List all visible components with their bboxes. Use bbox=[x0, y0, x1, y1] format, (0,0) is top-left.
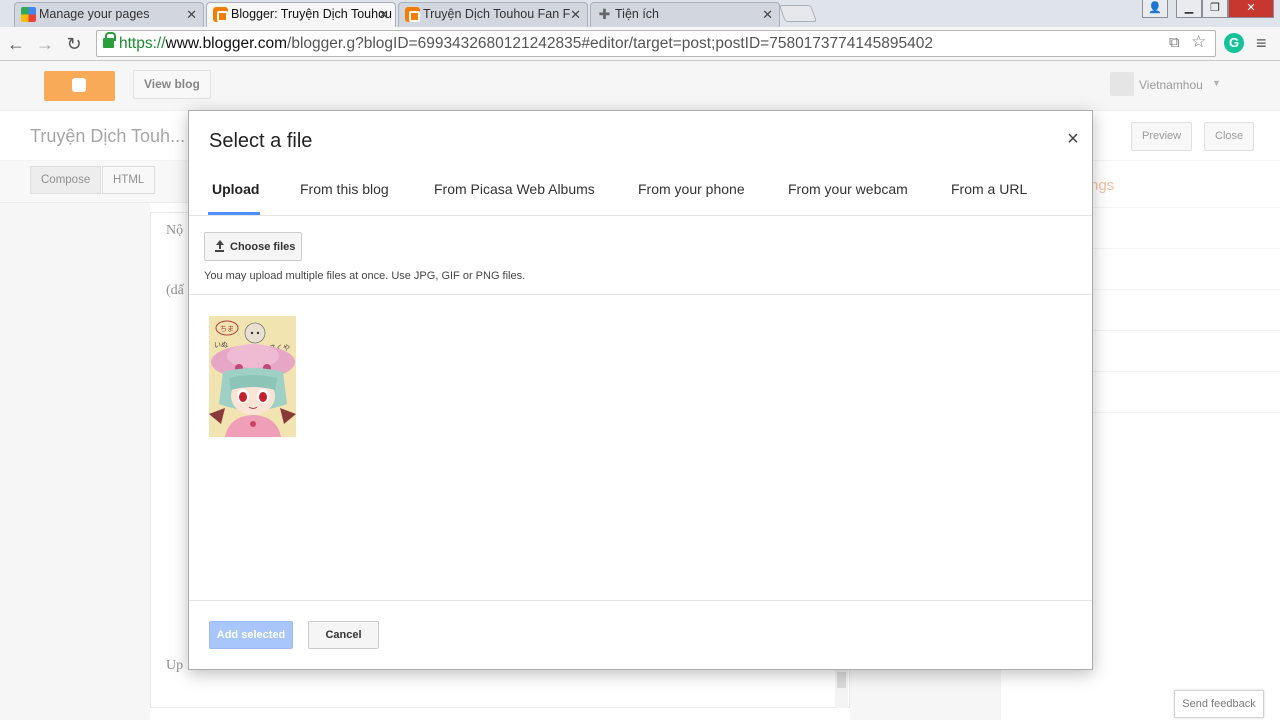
browser-tab-extensions[interactable]: ✚ Tiện ích ✕ bbox=[590, 2, 780, 27]
tab-from-url[interactable]: From a URL bbox=[951, 181, 1027, 197]
tab-label: Blogger: Truyện Dịch Touhou bbox=[231, 7, 392, 21]
grammarly-icon[interactable]: G bbox=[1224, 33, 1244, 53]
menu-icon[interactable]: ≡ bbox=[1256, 33, 1267, 54]
close-icon[interactable]: ✕ bbox=[378, 3, 389, 26]
tab-from-this-blog[interactable]: From this blog bbox=[300, 181, 389, 197]
translate-icon[interactable]: ⧉ bbox=[1169, 34, 1180, 51]
svg-text:ちま: ちま bbox=[220, 325, 234, 333]
tab-from-webcam[interactable]: From your webcam bbox=[788, 181, 908, 197]
url-path: /blogger.g?blogID=6993432680121242835#ed… bbox=[287, 35, 933, 52]
address-bar[interactable]: https://www.blogger.com/blogger.g?blogID… bbox=[96, 30, 1216, 57]
browser-tab-blog-view[interactable]: Truyện Dịch Touhou Fan F ✕ bbox=[398, 2, 588, 27]
url-host: www.blogger.com bbox=[165, 35, 288, 52]
new-tab-button[interactable] bbox=[778, 5, 818, 22]
anime-character-image: ちま いぬ さくや bbox=[209, 316, 296, 437]
google-icon bbox=[21, 7, 36, 22]
blogger-icon bbox=[405, 7, 420, 22]
browser-tab-blogger-editor[interactable]: Blogger: Truyện Dịch Touhou ✕ bbox=[206, 2, 396, 27]
window-close-button[interactable]: ✕ bbox=[1228, 0, 1274, 18]
forward-icon[interactable]: → bbox=[33, 32, 57, 56]
dialog-title: Select a file bbox=[209, 130, 313, 152]
tab-from-phone[interactable]: From your phone bbox=[638, 181, 745, 197]
select-file-dialog: Select a file × Upload From this blog Fr… bbox=[188, 110, 1093, 670]
restore-button[interactable]: ❐ bbox=[1202, 0, 1228, 18]
tab-label: Tiện ích bbox=[615, 7, 660, 21]
tab-from-picasa[interactable]: From Picasa Web Albums bbox=[434, 181, 595, 197]
tab-upload[interactable]: Upload bbox=[212, 181, 259, 197]
upload-icon bbox=[214, 240, 225, 252]
divider bbox=[189, 215, 1092, 216]
upload-hint: You may upload multiple files at once. U… bbox=[204, 270, 526, 282]
lock-icon bbox=[103, 32, 116, 48]
user-icon[interactable]: 👤 bbox=[1142, 0, 1168, 18]
star-icon[interactable]: ☆ bbox=[1191, 32, 1206, 52]
tab-label: Truyện Dịch Touhou Fan F bbox=[423, 7, 571, 21]
close-icon[interactable]: ✕ bbox=[186, 3, 197, 26]
browser-tab-strip: Manage your pages ✕ Blogger: Truyện Dịch… bbox=[0, 0, 1280, 27]
choose-files-button[interactable]: Choose files bbox=[204, 232, 302, 261]
add-selected-button[interactable]: Add selected bbox=[209, 621, 293, 649]
url-text[interactable]: https://www.blogger.com/blogger.g?blogID… bbox=[119, 35, 933, 53]
divider bbox=[189, 294, 1092, 295]
cancel-button[interactable]: Cancel bbox=[308, 621, 379, 649]
blogger-icon bbox=[213, 7, 228, 22]
uploaded-image-thumbnail[interactable]: ちま いぬ さくや bbox=[209, 316, 296, 437]
choose-files-label: Choose files bbox=[230, 241, 296, 253]
close-icon[interactable]: ✕ bbox=[570, 3, 581, 26]
svg-text:いぬ: いぬ bbox=[214, 341, 228, 349]
browser-toolbar: ← → ↻ https://www.blogger.com/blogger.g?… bbox=[0, 27, 1280, 61]
back-icon[interactable]: ← bbox=[4, 32, 28, 56]
close-icon[interactable]: ✕ bbox=[762, 3, 773, 26]
puzzle-icon: ✚ bbox=[598, 6, 611, 22]
url-scheme: https:// bbox=[119, 35, 166, 52]
reload-icon[interactable]: ↻ bbox=[62, 32, 86, 56]
minimize-button[interactable]: ▁ bbox=[1176, 0, 1202, 18]
tab-label: Manage your pages bbox=[39, 7, 150, 21]
browser-tab-manage-pages[interactable]: Manage your pages ✕ bbox=[14, 2, 204, 27]
close-icon[interactable]: × bbox=[1065, 129, 1081, 149]
divider bbox=[189, 600, 1092, 601]
